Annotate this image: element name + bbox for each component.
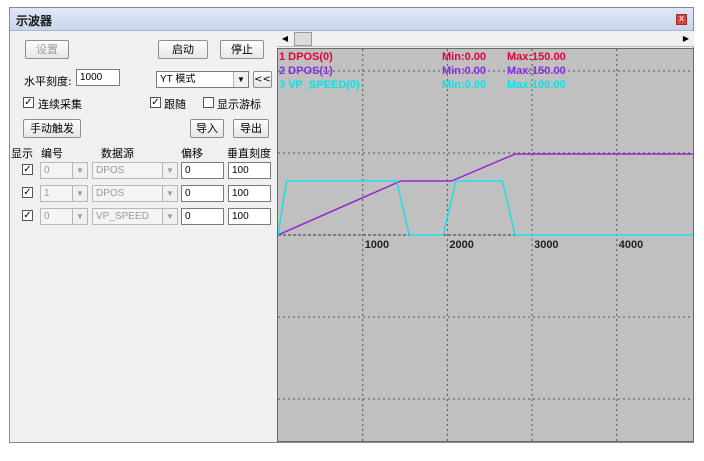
chevron-down-icon: ▼ [162, 163, 177, 178]
x-tick-label: 2000 [449, 239, 473, 251]
x-tick-label: 3000 [534, 239, 558, 251]
header-show: 显示 [11, 147, 33, 160]
horizontal-scrollbar[interactable]: ◀ ▶ [277, 31, 694, 47]
channel-source-select[interactable]: DPOS ▼ [92, 185, 178, 202]
horizontal-scale-input[interactable]: 1000 [76, 69, 120, 86]
chevron-down-icon: ▼ [72, 186, 87, 201]
prev-button[interactable]: << [253, 71, 272, 88]
scope-chart: 1000 2000 3000 4000 1 DPOS(0) Min:0.00 Max:150… [278, 49, 693, 441]
channel-max-label: Max:150.00 [507, 65, 566, 77]
channel-max-label: Max:100.00 [507, 79, 566, 91]
scroll-right-icon[interactable]: ▶ [679, 32, 693, 46]
title-bar: 示波器 x [10, 8, 693, 31]
channel-name-label: 2 DPOS(1) [279, 65, 333, 77]
x-tick-label: 1000 [365, 239, 389, 251]
continuous-label: 连续采集 [38, 98, 82, 111]
channel-name-label: 1 DPOS(0) [279, 51, 333, 63]
follow-checkbox[interactable]: ✓ [150, 97, 161, 108]
cursor-checkbox[interactable] [203, 97, 214, 108]
header-scale: 垂直刻度 [227, 147, 271, 160]
control-panel: 设置 启动 停止 水平刻度: 1000 YT 模式 ▼ << ✓ 连续采集 ✓ … [10, 31, 276, 443]
channel-source-value: VP_SPEED [96, 211, 149, 222]
follow-label: 跟随 [164, 98, 186, 111]
channel-show-checkbox[interactable]: ✓ [22, 187, 33, 198]
channel-offset-input[interactable]: 0 [181, 185, 224, 202]
window-title: 示波器 [16, 14, 53, 28]
check-icon: ✓ [23, 187, 32, 198]
close-button[interactable]: x [676, 14, 687, 25]
channel-min-label: Min:0.00 [442, 51, 486, 63]
channel-max-label: Max:150.00 [507, 51, 566, 63]
channel-show-checkbox[interactable]: ✓ [22, 210, 33, 221]
stop-button[interactable]: 停止 [220, 40, 264, 59]
channel-min-label: Min:0.00 [442, 79, 486, 91]
horizontal-scale-label: 水平刻度: [24, 75, 72, 88]
channel-show-checkbox[interactable]: ✓ [22, 164, 33, 175]
scrollbar-thumb[interactable] [294, 32, 312, 46]
check-icon: ✓ [23, 210, 32, 221]
mode-select[interactable]: YT 模式 ▼ [156, 71, 249, 88]
channel-scale-input[interactable]: 100 [228, 162, 271, 179]
manual-trigger-button[interactable]: 手动触发 [23, 119, 81, 138]
header-offset: 偏移 [181, 147, 203, 160]
scope-plot-area: ◀ ▶ 1000 2000 3000 4000 1 DPOS(0) Min:0.00 Max… [277, 31, 694, 443]
check-icon: ✓ [24, 97, 33, 108]
header-id: 编号 [41, 147, 63, 160]
channel-id-value: 1 [44, 188, 50, 199]
channel-id-value: 0 [44, 211, 50, 222]
channel-source-select[interactable]: DPOS ▼ [92, 162, 178, 179]
channel-min-label: Min:0.00 [442, 65, 486, 77]
import-button[interactable]: 导入 [190, 119, 224, 138]
series-line [278, 153, 693, 236]
channel-source-value: DPOS [96, 188, 125, 199]
chevron-down-icon: ▼ [72, 163, 87, 178]
chevron-down-icon: ▼ [72, 209, 87, 224]
channel-offset-input[interactable]: 0 [181, 208, 224, 225]
channel-scale-input[interactable]: 100 [228, 208, 271, 225]
continuous-checkbox[interactable]: ✓ [23, 97, 34, 108]
check-icon: ✓ [151, 97, 160, 108]
header-source: 数据源 [101, 147, 134, 160]
channel-id-select[interactable]: 0 ▼ [40, 162, 88, 179]
channel-scale-input[interactable]: 100 [228, 185, 271, 202]
chevron-down-icon: ▼ [162, 209, 177, 224]
oscilloscope-window: 示波器 x 设置 启动 停止 水平刻度: 1000 YT 模式 ▼ << ✓ 连… [9, 7, 694, 443]
channel-offset-input[interactable]: 0 [181, 162, 224, 179]
channel-id-value: 0 [44, 165, 50, 176]
settings-button[interactable]: 设置 [25, 40, 69, 59]
check-icon: ✓ [23, 164, 32, 175]
x-tick-label: 4000 [619, 239, 643, 251]
channel-id-select[interactable]: 0 ▼ [40, 208, 88, 225]
channel-source-select[interactable]: VP_SPEED ▼ [92, 208, 178, 225]
channel-source-value: DPOS [96, 165, 125, 176]
channel-id-select[interactable]: 1 ▼ [40, 185, 88, 202]
mode-select-value: YT 模式 [160, 74, 196, 85]
chevron-down-icon: ▼ [233, 72, 248, 87]
cursor-label: 显示游标 [217, 98, 261, 111]
scope-canvas[interactable]: 1000 2000 3000 4000 1 DPOS(0) Min:0.00 Max:150… [277, 48, 694, 442]
start-button[interactable]: 启动 [158, 40, 208, 59]
channel-name-label: 3 VP_SPEED(0) [279, 79, 360, 91]
scroll-left-icon[interactable]: ◀ [278, 32, 292, 46]
chevron-down-icon: ▼ [162, 186, 177, 201]
export-button[interactable]: 导出 [233, 119, 269, 138]
